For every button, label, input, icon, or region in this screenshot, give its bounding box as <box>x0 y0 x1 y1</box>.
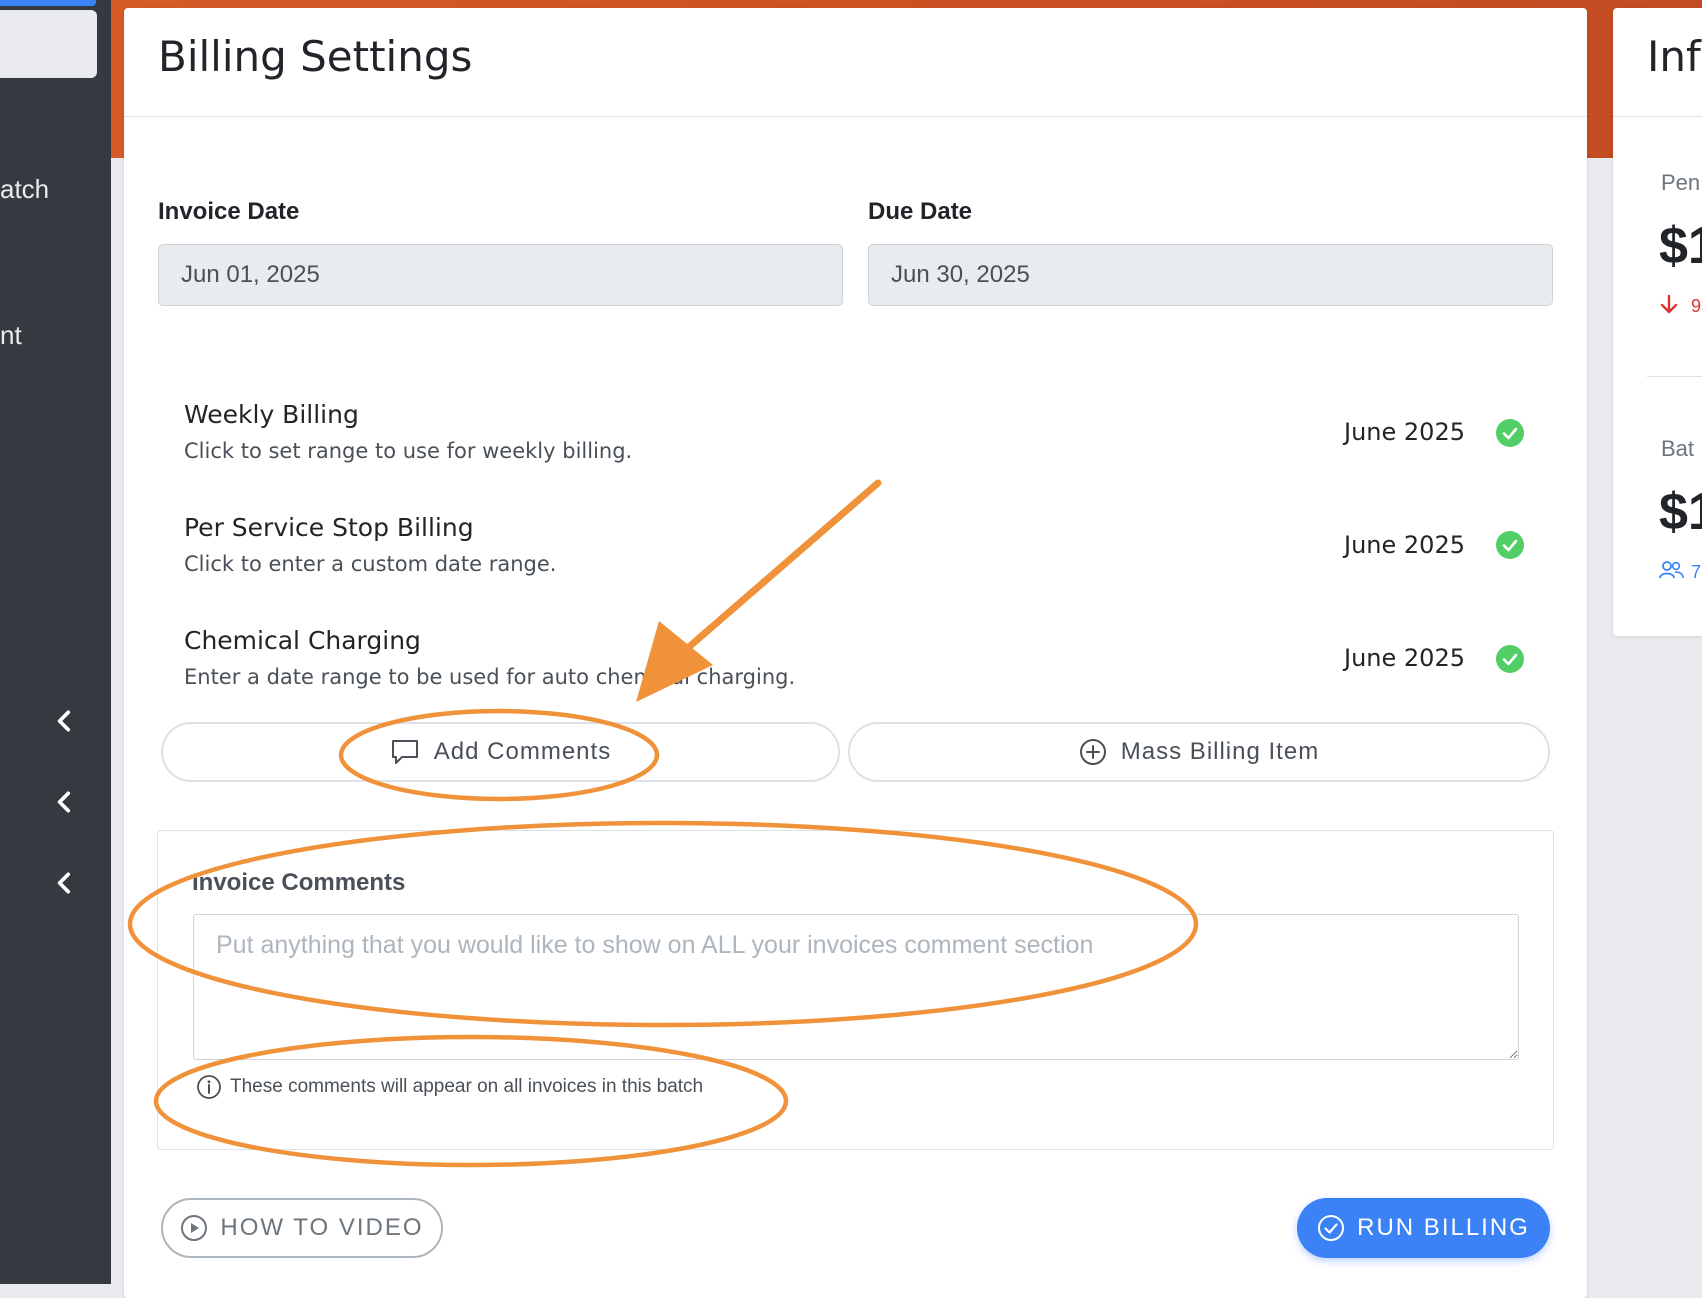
comments-help-text: These comments will appear on all invoic… <box>196 1074 703 1100</box>
play-circle-icon <box>181 1215 208 1241</box>
sidebar-item-batch[interactable]: atch <box>0 174 49 205</box>
info-panel-title: Info <box>1647 32 1702 81</box>
card-header: Billing Settings <box>124 8 1587 117</box>
billing-row-month: June 2025 <box>1344 531 1465 559</box>
batch-value: $1 <box>1659 483 1702 541</box>
mass-billing-label: Mass Billing Item <box>1120 738 1320 765</box>
chevron-left-icon[interactable] <box>52 870 78 896</box>
invoice-comments-label: Invoice Comments <box>192 869 406 896</box>
add-comments-label: Add Comments <box>433 738 612 765</box>
sidebar-item-account[interactable]: nt <box>0 320 22 351</box>
sidebar: atch nt <box>0 0 111 1284</box>
check-circle-icon <box>1496 419 1524 447</box>
billing-row-title: Per Service Stop Billing <box>184 513 474 542</box>
run-billing-label: RUN BILLING <box>1357 1214 1530 1241</box>
billing-row-month: June 2025 <box>1344 418 1465 446</box>
sidebar-item-active[interactable] <box>0 10 97 78</box>
chevron-left-icon[interactable] <box>52 789 78 815</box>
batch-label: Bat <box>1661 436 1695 461</box>
invoice-comments-textarea[interactable] <box>193 914 1519 1060</box>
info-icon <box>197 1075 221 1099</box>
run-billing-button[interactable]: RUN BILLING <box>1297 1198 1550 1258</box>
due-date-label: Due Date <box>868 198 973 225</box>
plus-circle-icon <box>1079 739 1106 765</box>
invoice-comments-panel: Invoice Comments These comments will app… <box>157 830 1554 1150</box>
pending-label: Pen <box>1661 170 1701 195</box>
check-circle-icon <box>1496 645 1524 673</box>
due-date-input[interactable]: Jun 30, 2025 <box>868 244 1553 306</box>
comment-icon <box>391 740 418 764</box>
billing-row-desc: Click to set range to use for weekly bil… <box>184 439 633 463</box>
billing-row-desc: Enter a date range to be used for auto c… <box>184 665 796 689</box>
sidebar-accent-bar <box>0 0 96 6</box>
billing-row-desc: Click to enter a custom date range. <box>184 552 557 576</box>
comments-help-label: These comments will appear on all invoic… <box>230 1076 704 1097</box>
how-to-video-label: HOW TO VIDEO <box>220 1214 424 1241</box>
mass-billing-item-button[interactable]: Mass Billing Item <box>848 722 1550 782</box>
billing-row-month: June 2025 <box>1344 644 1465 672</box>
page-title: Billing Settings <box>158 32 473 81</box>
invoice-date-label: Invoice Date <box>158 198 300 225</box>
info-panel-header: Info <box>1613 8 1702 117</box>
pending-value: $1 <box>1659 217 1702 275</box>
check-circle-outline-icon <box>1318 1215 1345 1241</box>
trend-down-icon <box>1659 294 1679 321</box>
how-to-video-button[interactable]: HOW TO VIDEO <box>161 1198 443 1258</box>
info-panel: Info Pen $1 9 Bat $1 7 <box>1613 8 1702 636</box>
add-comments-button[interactable]: Add Comments <box>161 722 840 782</box>
pending-change: 9 <box>1691 296 1702 316</box>
check-circle-icon <box>1496 531 1524 559</box>
users-icon <box>1659 560 1685 585</box>
chevron-left-icon[interactable] <box>52 708 78 734</box>
info-divider <box>1647 376 1702 377</box>
billing-row-title: Chemical Charging <box>184 626 421 655</box>
billing-row-title: Weekly Billing <box>184 400 359 429</box>
invoice-date-input[interactable]: Jun 01, 2025 <box>158 244 843 306</box>
batch-count: 7 <box>1691 562 1702 582</box>
